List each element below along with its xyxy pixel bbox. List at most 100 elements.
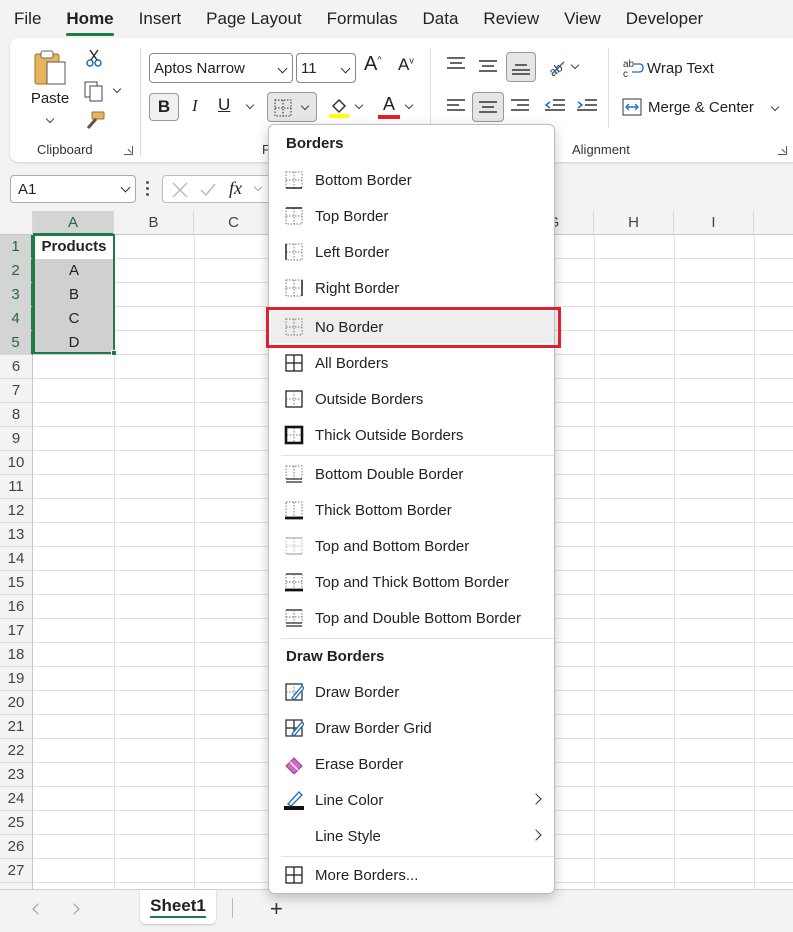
column-header-c[interactable]: C xyxy=(194,211,274,235)
row-header-5[interactable]: 5 xyxy=(0,331,33,355)
align-right-icon[interactable] xyxy=(510,98,530,114)
bold-button[interactable]: B xyxy=(149,93,179,121)
menu-item-top-double-bottom-border[interactable]: Top and Double Bottom Border xyxy=(271,602,554,634)
increase-indent-icon[interactable] xyxy=(576,98,598,114)
tab-data[interactable]: Data xyxy=(423,5,459,33)
scroll-left-icon[interactable] xyxy=(32,903,44,915)
menu-item-bottom-border[interactable]: Bottom Border xyxy=(271,164,554,196)
row-header-19[interactable]: 19 xyxy=(0,667,33,691)
row-header-11[interactable]: 11 xyxy=(0,475,33,499)
menu-item-top-thick-bottom-border[interactable]: Top and Thick Bottom Border xyxy=(271,566,554,598)
scroll-right-icon[interactable] xyxy=(68,903,80,915)
menu-item-draw-border-grid[interactable]: Draw Border Grid xyxy=(271,712,554,744)
row-header-16[interactable]: 16 xyxy=(0,595,33,619)
row-header-20[interactable]: 20 xyxy=(0,691,33,715)
borders-button[interactable] xyxy=(267,92,317,122)
top-align-icon[interactable] xyxy=(446,56,466,72)
orientation-dropdown-icon[interactable] xyxy=(570,60,580,70)
italic-button[interactable]: I xyxy=(192,96,198,116)
row-header-13[interactable]: 13 xyxy=(0,523,33,547)
align-left-icon[interactable] xyxy=(446,98,466,114)
paste-button[interactable]: Paste xyxy=(26,48,74,128)
menu-item-erase-border[interactable]: Erase Border xyxy=(271,748,554,780)
decrease-indent-icon[interactable] xyxy=(544,98,566,114)
insert-function-icon[interactable]: fx xyxy=(229,178,242,199)
menu-item-line-color[interactable]: Line Color xyxy=(271,784,554,816)
menu-item-line-style[interactable]: Line Style xyxy=(271,820,554,852)
row-header-22[interactable]: 22 xyxy=(0,739,33,763)
row-header-18[interactable]: 18 xyxy=(0,643,33,667)
row-header-23[interactable]: 23 xyxy=(0,763,33,787)
column-header-b[interactable]: B xyxy=(114,211,194,235)
row-header-21[interactable]: 21 xyxy=(0,715,33,739)
row-header-27[interactable]: 27 xyxy=(0,859,33,883)
column-header-i[interactable]: I xyxy=(674,211,754,235)
cell-a5[interactable]: D xyxy=(34,331,114,355)
underline-button[interactable]: U xyxy=(218,95,230,115)
enter-check-icon[interactable] xyxy=(199,181,217,199)
menu-item-thick-bottom-border[interactable]: Thick Bottom Border xyxy=(271,494,554,526)
menu-item-thick-outside-borders[interactable]: Thick Outside Borders xyxy=(271,419,554,451)
middle-align-icon[interactable] xyxy=(478,58,498,74)
row-header-3[interactable]: 3 xyxy=(0,283,33,307)
tab-insert[interactable]: Insert xyxy=(139,5,182,33)
menu-item-top-bottom-border[interactable]: Top and Bottom Border xyxy=(271,530,554,562)
menu-item-bottom-double-border[interactable]: Bottom Double Border xyxy=(271,458,554,490)
menu-item-right-border[interactable]: Right Border xyxy=(271,272,554,304)
sheet-tab-sheet1[interactable]: Sheet1 xyxy=(140,890,216,924)
row-header-24[interactable]: 24 xyxy=(0,787,33,811)
menu-item-all-borders[interactable]: All Borders xyxy=(271,347,554,379)
row-header-17[interactable]: 17 xyxy=(0,619,33,643)
row-header-8[interactable]: 8 xyxy=(0,403,33,427)
column-header-h[interactable]: H xyxy=(594,211,674,235)
tab-review[interactable]: Review xyxy=(483,5,539,33)
tab-formulas[interactable]: Formulas xyxy=(327,5,398,33)
font-color-button[interactable]: A xyxy=(378,94,418,120)
font-size-select[interactable]: 11 xyxy=(296,53,356,83)
menu-item-outside-borders[interactable]: Outside Borders xyxy=(271,383,554,415)
name-box[interactable]: A1 xyxy=(10,175,136,203)
tab-view[interactable]: View xyxy=(564,5,601,33)
row-header-10[interactable]: 10 xyxy=(0,451,33,475)
cell-a2[interactable]: A xyxy=(34,259,114,283)
tab-home[interactable]: Home xyxy=(66,5,114,36)
row-header-2[interactable]: 2 xyxy=(0,259,33,283)
row-header-4[interactable]: 4 xyxy=(0,307,33,331)
row-header-15[interactable]: 15 xyxy=(0,571,33,595)
menu-item-top-border[interactable]: Top Border xyxy=(271,200,554,232)
cut-icon[interactable] xyxy=(84,48,104,68)
cell-a4[interactable]: C xyxy=(34,307,114,331)
cell-a3[interactable]: B xyxy=(34,283,114,307)
row-header-7[interactable]: 7 xyxy=(0,379,33,403)
cell-a1[interactable]: Products xyxy=(34,235,114,259)
bottom-align-button[interactable] xyxy=(506,52,536,82)
align-center-button[interactable] xyxy=(472,92,504,122)
row-header-25[interactable]: 25 xyxy=(0,811,33,835)
row-header-26[interactable]: 26 xyxy=(0,835,33,859)
font-name-select[interactable]: Aptos Narrow xyxy=(149,53,293,83)
add-sheet-icon[interactable]: + xyxy=(270,896,283,922)
format-painter-icon[interactable] xyxy=(82,110,106,132)
clipboard-launcher-icon[interactable] xyxy=(124,146,133,155)
tab-file[interactable]: File xyxy=(14,5,41,33)
merge-center-button[interactable]: Merge & Center xyxy=(622,98,780,116)
row-header-1[interactable]: 1 xyxy=(0,235,33,259)
copy-dropdown-icon[interactable] xyxy=(112,84,122,94)
alignment-launcher-icon[interactable] xyxy=(778,146,787,155)
fill-color-button[interactable] xyxy=(328,96,368,120)
tab-developer[interactable]: Developer xyxy=(626,5,704,33)
row-header-9[interactable]: 9 xyxy=(0,427,33,451)
decrease-font-icon[interactable]: Av xyxy=(398,55,414,75)
menu-item-left-border[interactable]: Left Border xyxy=(271,236,554,268)
increase-font-icon[interactable]: A^ xyxy=(364,53,382,76)
fill-handle[interactable] xyxy=(111,350,117,356)
menu-item-draw-border[interactable]: Draw Border xyxy=(271,676,554,708)
underline-dropdown-icon[interactable] xyxy=(245,100,255,110)
copy-icon[interactable] xyxy=(82,80,106,102)
orientation-icon[interactable]: ab xyxy=(546,56,568,76)
menu-item-more-borders[interactable]: More Borders... xyxy=(271,859,554,891)
row-header-6[interactable]: 6 xyxy=(0,355,33,379)
select-all-corner[interactable] xyxy=(0,211,33,235)
row-header-14[interactable]: 14 xyxy=(0,547,33,571)
wrap-text-button[interactable]: ab c Wrap Text xyxy=(622,58,714,78)
